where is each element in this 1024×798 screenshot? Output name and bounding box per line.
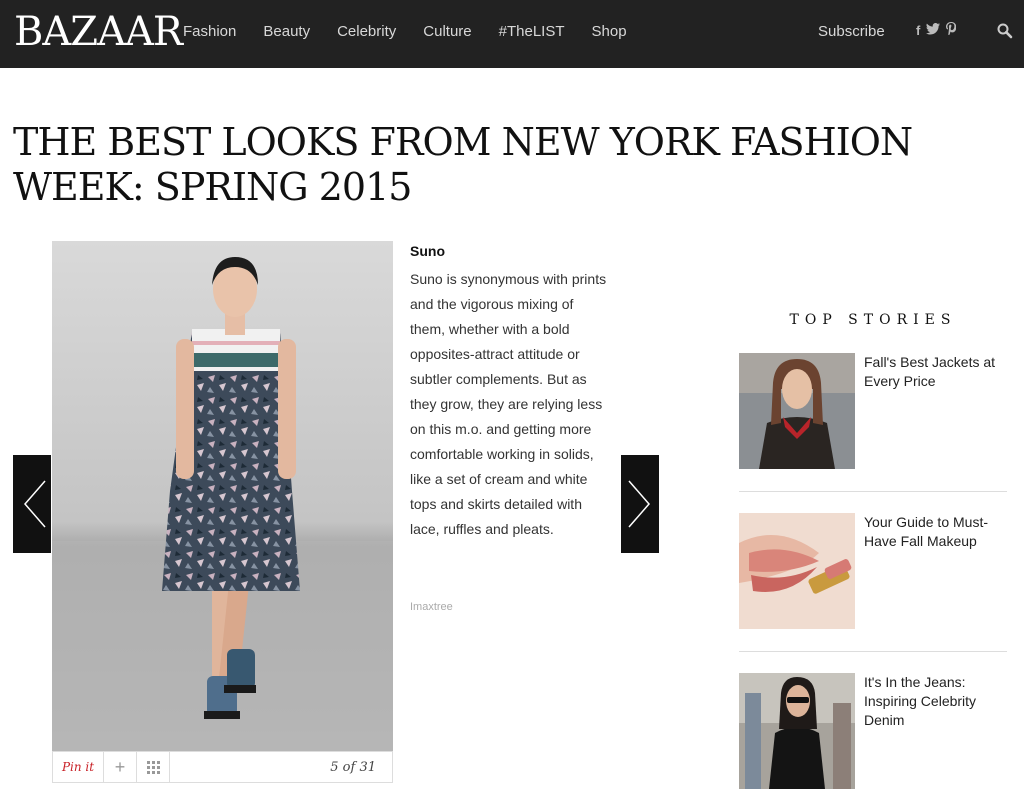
nav-fashion[interactable]: Fashion: [183, 23, 236, 40]
slide-title: Suno: [410, 243, 445, 259]
slide-description: Suno is synonymous with prints and the v…: [410, 271, 607, 537]
social-links: f: [916, 22, 957, 38]
top-stories-heading: TOP STORIES: [789, 312, 957, 328]
search-icon[interactable]: [996, 22, 1014, 40]
story-title[interactable]: It's In the Jeans: Inspiring Celebrity D…: [864, 673, 1004, 730]
pinterest-icon[interactable]: [946, 22, 957, 38]
grid-view-icon[interactable]: [137, 752, 170, 782]
divider: [739, 651, 1007, 652]
plus-icon[interactable]: +: [104, 752, 137, 782]
slide-counter: 5 of 31: [330, 759, 376, 775]
twitter-icon[interactable]: [926, 22, 941, 38]
nav-culture[interactable]: Culture: [423, 23, 471, 40]
slideshow-image[interactable]: [52, 241, 393, 751]
nav-celebrity[interactable]: Celebrity: [337, 23, 396, 40]
next-slide-button[interactable]: [621, 455, 659, 553]
slideshow-toolbar: Pin it + 5 of 31: [52, 751, 393, 783]
facebook-icon[interactable]: f: [916, 23, 920, 38]
story-thumbnail[interactable]: [739, 513, 855, 629]
nav-shop[interactable]: Shop: [592, 23, 627, 40]
pin-it-button[interactable]: Pin it: [53, 752, 104, 782]
story-thumbnail[interactable]: [739, 353, 855, 469]
nav-thelist[interactable]: #TheLIST: [499, 23, 565, 40]
main-nav: Fashion Beauty Celebrity Culture #TheLIS…: [183, 23, 654, 40]
chevron-right-icon: [628, 480, 650, 528]
divider: [739, 491, 1007, 492]
nav-beauty[interactable]: Beauty: [263, 23, 310, 40]
photo-credit: Imaxtree: [410, 601, 453, 613]
story-title[interactable]: Your Guide to Must-Have Fall Makeup: [864, 513, 1004, 551]
top-navigation-bar: BAZAAR Fashion Beauty Celebrity Culture …: [0, 0, 1024, 68]
bazaar-logo[interactable]: BAZAAR: [14, 10, 183, 54]
subscribe-link[interactable]: Subscribe: [818, 23, 885, 40]
chevron-left-icon: [24, 480, 46, 528]
previous-slide-button[interactable]: [13, 455, 51, 553]
article-title: THE BEST LOOKS FROM NEW YORK FASHION WEE…: [13, 120, 913, 209]
story-thumbnail[interactable]: [739, 673, 855, 789]
story-title[interactable]: Fall's Best Jackets at Every Price: [864, 353, 1004, 391]
